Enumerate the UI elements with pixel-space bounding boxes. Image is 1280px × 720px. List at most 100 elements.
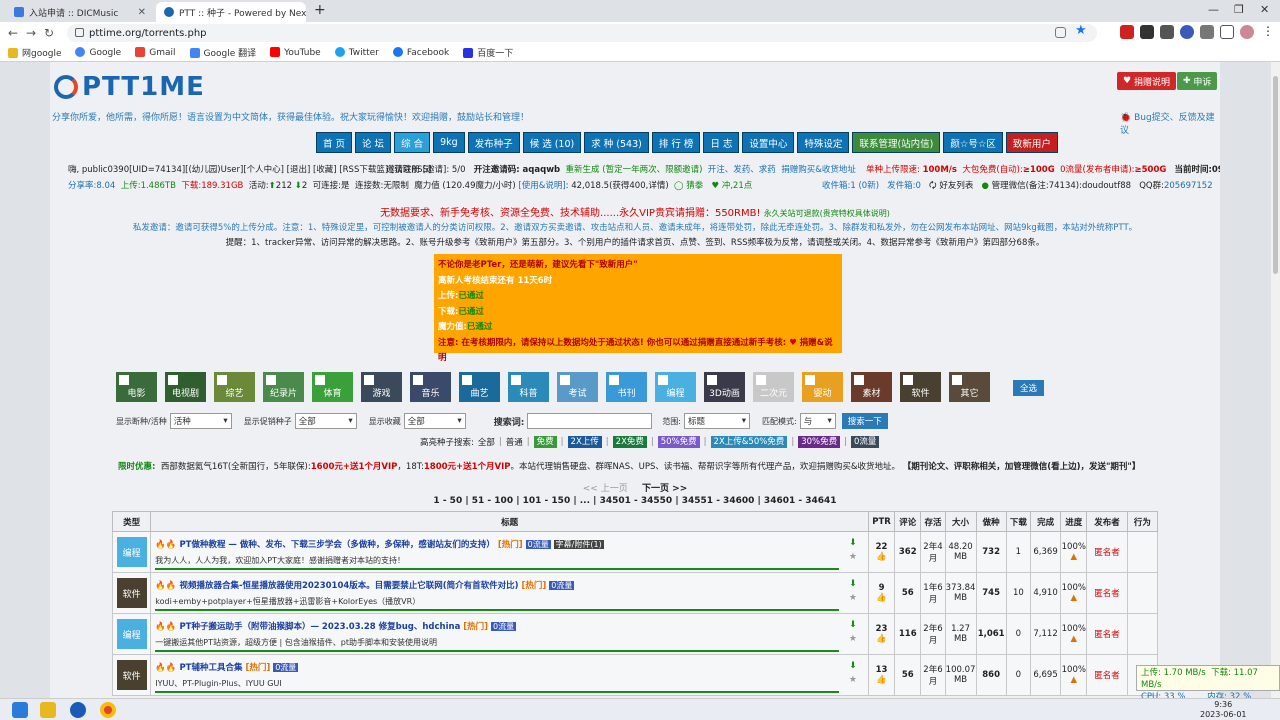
menu-torrents[interactable]: 综 合: [394, 132, 431, 153]
category-3[interactable]: 纪录片: [263, 372, 304, 402]
back-icon[interactable]: ←: [4, 26, 22, 40]
column-header[interactable]: 存活: [920, 511, 946, 532]
guess-link[interactable]: ◯ 猜拳: [674, 181, 703, 191]
bookmark-star-icon[interactable]: ★: [843, 591, 863, 605]
promotion-select[interactable]: 全部 ▾: [294, 413, 357, 429]
wechat-link[interactable]: ● 管理微信(备注:74134):doudoutf88: [981, 181, 1131, 191]
category-7[interactable]: 曲艺: [459, 372, 500, 402]
scrollbar[interactable]: [1271, 62, 1280, 698]
seeders-count[interactable]: 860: [982, 670, 1000, 680]
category-17[interactable]: 其它: [949, 372, 990, 402]
category-11[interactable]: 编程: [655, 372, 696, 402]
app-q-icon[interactable]: [70, 702, 86, 718]
menu-settings[interactable]: 设置中心: [742, 132, 795, 153]
category-4[interactable]: 体育: [312, 372, 353, 402]
new-tab-button[interactable]: +: [314, 2, 326, 18]
next-page-link[interactable]: 下一页 >>: [642, 484, 687, 494]
search-button[interactable]: 搜索一下: [841, 413, 888, 429]
leechers-count[interactable]: 10: [1013, 588, 1024, 598]
comment-count[interactable]: 56: [902, 670, 914, 680]
category-15[interactable]: 素材: [851, 372, 892, 402]
download-icon[interactable]: ⬇: [843, 536, 863, 550]
menu-icon[interactable]: ⋮: [1262, 24, 1276, 38]
category-9[interactable]: 考试: [557, 372, 598, 402]
bookmark-select[interactable]: 全部 ▾: [403, 413, 466, 429]
column-header[interactable]: 标题: [150, 511, 869, 532]
category-badge[interactable]: 编程: [116, 619, 147, 649]
highlight-tag-5[interactable]: 50%免费: [657, 436, 700, 448]
torrent-title[interactable]: PT种子搬运助手（附带油猴脚本）— 2023.03.28 修复bug、hdchi…: [179, 622, 460, 632]
bookmark-youtube[interactable]: YouTube: [270, 47, 321, 58]
scrollbar-thumb[interactable]: [1273, 76, 1278, 274]
highlight-tag-0[interactable]: 全部: [478, 436, 495, 448]
alive-select[interactable]: 活种 ▾: [169, 413, 232, 429]
bookmark-star-icon[interactable]: ★: [843, 632, 863, 646]
close-icon[interactable]: ✕: [138, 7, 146, 18]
blackjack-link[interactable]: ♥ 冲,21点: [711, 181, 752, 191]
bookmark-twitter[interactable]: Twitter: [334, 47, 379, 58]
seeders-count[interactable]: 732: [982, 547, 1000, 557]
seeders-count[interactable]: 1,061: [978, 629, 1005, 639]
menu-9kg[interactable]: 9kg: [433, 132, 465, 153]
taskbar-clock[interactable]: 9:36 2023-06-01: [1200, 700, 1247, 720]
url-input[interactable]: pttime.org/torrents.php: [67, 24, 1097, 42]
bookmark-translate[interactable]: Google 翻译: [189, 46, 256, 59]
thumbs-up-icon[interactable]: 👍: [876, 675, 887, 685]
bookmark-baidu[interactable]: 百度一下: [463, 46, 513, 59]
scope-select[interactable]: 标题 ▾: [684, 413, 751, 429]
column-header[interactable]: 下载: [1005, 511, 1031, 532]
column-header[interactable]: 完成: [1029, 511, 1062, 532]
minimize-icon[interactable]: —: [1208, 3, 1219, 16]
highlight-tag-3[interactable]: 2X上传: [567, 436, 602, 448]
bookmark-google[interactable]: Google: [75, 47, 121, 58]
category-1[interactable]: 电视剧: [165, 372, 206, 402]
column-header[interactable]: 发布者: [1086, 511, 1128, 532]
leechers-count[interactable]: 0: [1016, 670, 1021, 680]
bug-feedback-link[interactable]: 🐞 Bug提交、反馈及建议: [1120, 110, 1220, 136]
category-badge[interactable]: 软件: [116, 660, 147, 690]
completed-count[interactable]: 6,695: [1033, 670, 1057, 680]
user-greeting[interactable]: 嗨, public0390[UID=74134][(幼儿园)User][个人中心…: [68, 165, 431, 175]
bookmark-star-icon[interactable]: ★: [843, 673, 863, 687]
comment-count[interactable]: 116: [899, 629, 917, 639]
extension-dark-icon[interactable]: [1140, 25, 1154, 39]
download-icon[interactable]: ⬇: [843, 618, 863, 632]
extension-blue-icon[interactable]: [1180, 25, 1194, 39]
select-all-button[interactable]: 全选: [1013, 380, 1045, 396]
bookmark-wangoogle[interactable]: 网google: [8, 46, 61, 59]
table-row[interactable]: 编程 🔥🔥 PT做种教程 — 做种、发布、下载三步学会（多做种，多保种，感谢站友们…: [111, 531, 1159, 573]
column-header[interactable]: 做种: [975, 511, 1007, 532]
torrent-title[interactable]: PT辅种工具合集: [179, 663, 242, 673]
comment-count[interactable]: 56: [902, 588, 914, 598]
windows-start-icon[interactable]: [12, 702, 28, 718]
avatar[interactable]: [1240, 25, 1254, 39]
bookmark-star-icon[interactable]: ★: [843, 550, 863, 564]
category-2[interactable]: 综艺: [214, 372, 255, 402]
highlight-tag-8[interactable]: 0流量: [850, 436, 880, 448]
download-icon[interactable]: ⬇: [843, 659, 863, 673]
friends-link[interactable]: 🗘 好友列表: [929, 181, 973, 191]
puzzle-icon[interactable]: [1200, 25, 1214, 39]
category-0[interactable]: 电影: [116, 372, 157, 402]
column-header[interactable]: 评论: [894, 511, 922, 532]
thumbs-up-icon[interactable]: 👍: [876, 634, 887, 644]
highlight-tag-2[interactable]: 免费: [533, 436, 557, 448]
star-icon[interactable]: ★: [1075, 23, 1089, 38]
category-8[interactable]: 科普: [508, 372, 549, 402]
menu-contact[interactable]: 联系管理(站内信): [852, 132, 941, 153]
menu-newuser[interactable]: 致新用户: [1005, 132, 1058, 153]
menu-requests[interactable]: 求 种 (543): [584, 132, 649, 153]
menu-top[interactable]: 排 行 榜: [651, 132, 701, 153]
seeders-count[interactable]: 745: [982, 588, 1000, 598]
category-14[interactable]: 婴动: [802, 372, 843, 402]
completed-count[interactable]: 4,910: [1033, 588, 1057, 598]
highlight-tag-7[interactable]: 30%免费: [798, 436, 841, 448]
chrome-icon[interactable]: [100, 702, 116, 718]
extension-red-icon[interactable]: [1120, 25, 1134, 39]
menu-face[interactable]: 颜☆号☆区: [943, 132, 1003, 153]
completed-count[interactable]: 7,112: [1033, 629, 1057, 639]
column-header[interactable]: 类型: [111, 511, 152, 532]
search-input[interactable]: [527, 413, 653, 429]
category-13[interactable]: 二次元: [753, 372, 794, 402]
torrent-title[interactable]: PT做种教程 — 做种、发布、下载三步学会（多做种，多保种，感谢站友们的支持）: [179, 540, 494, 550]
